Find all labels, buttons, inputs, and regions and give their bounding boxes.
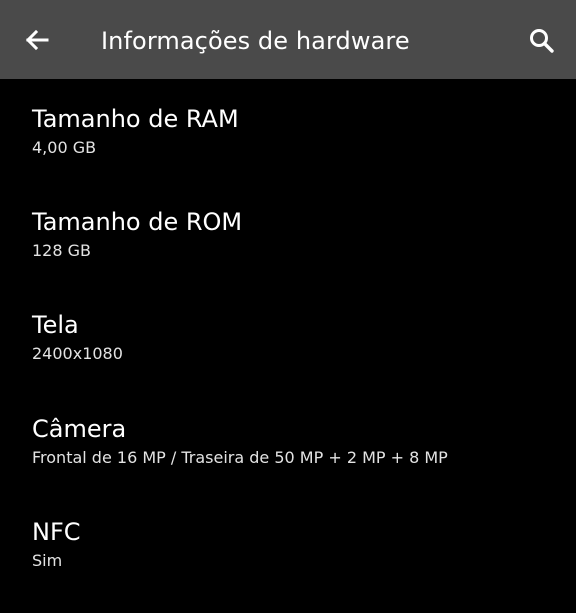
list-item-camera[interactable]: Câmera Frontal de 16 MP / Traseira de 50… (32, 413, 552, 469)
page-title: Informações de hardware (101, 27, 410, 55)
ram-title: Tamanho de RAM (32, 105, 239, 133)
list-item-nfc[interactable]: NFC Sim (32, 516, 552, 572)
camera-title: Câmera (32, 415, 127, 443)
display-value: 2400x1080 (32, 344, 123, 363)
rom-title: Tamanho de ROM (32, 208, 243, 236)
ram-value: 4,00 GB (32, 138, 97, 157)
camera-value: Frontal de 16 MP / Traseira de 50 MP + 2… (32, 448, 448, 467)
list-item-rom[interactable]: Tamanho de ROM 128 GB (32, 206, 552, 262)
nfc-value: Sim (32, 551, 63, 570)
search-button[interactable] (528, 27, 556, 55)
search-icon (530, 29, 554, 53)
arrow-left-icon (25, 29, 49, 51)
back-button[interactable] (22, 25, 52, 55)
app-bar: Informações de hardware (0, 0, 576, 79)
nfc-title: NFC (32, 518, 81, 546)
hardware-info-screen: Informações de hardware Tamanho de RAM 4… (0, 0, 576, 613)
list-item-display[interactable]: Tela 2400x1080 (32, 309, 552, 365)
display-title: Tela (32, 311, 79, 339)
rom-value: 128 GB (32, 241, 91, 260)
list-item-ram[interactable]: Tamanho de RAM 4,00 GB (32, 103, 552, 159)
